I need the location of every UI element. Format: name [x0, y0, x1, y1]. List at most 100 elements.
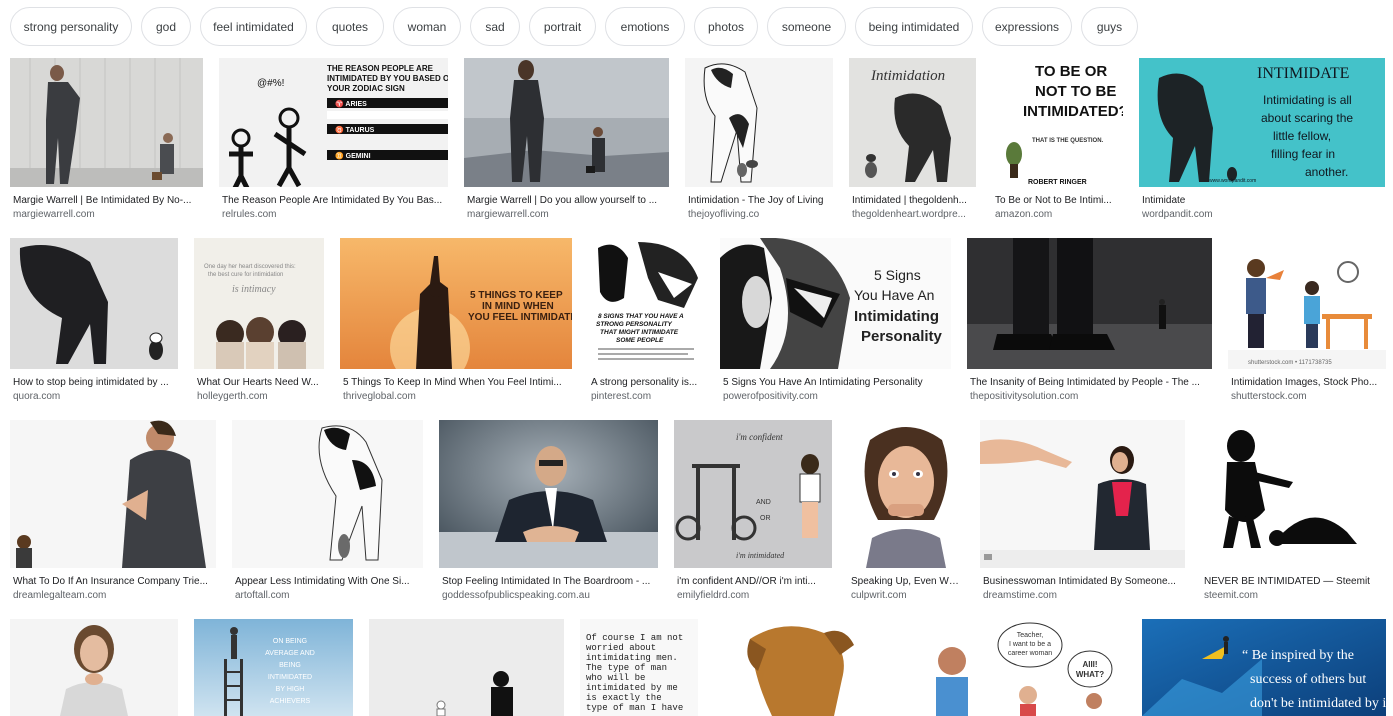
result-title[interactable]: Intimidated | thegoldenh... [852, 195, 973, 207]
result-title[interactable]: Appear Less Intimidating With One Si... [235, 576, 420, 588]
result-thumbnail[interactable] [369, 619, 564, 716]
result-thumbnail[interactable] [10, 619, 178, 716]
image-result[interactable] [10, 619, 178, 716]
result-title[interactable]: Businesswoman Intimidated By Someone... [983, 576, 1182, 588]
result-thumbnail[interactable] [714, 619, 906, 716]
result-thumbnail[interactable] [232, 420, 423, 568]
chip-expressions[interactable]: expressions [982, 7, 1072, 46]
result-title[interactable]: How to stop being intimidated by ... [13, 377, 175, 389]
result-thumbnail[interactable] [967, 238, 1212, 369]
result-thumbnail[interactable] [980, 420, 1185, 568]
result-thumbnail[interactable]: One day her heart discovered this: the b… [194, 238, 324, 369]
image-result[interactable]: How to stop being intimidated by ... quo… [10, 238, 178, 406]
result-title[interactable]: The Reason People Are Intimidated By You… [222, 195, 445, 207]
svg-text:I want to be a: I want to be a [1009, 641, 1051, 648]
image-result[interactable]: “ Be inspired by the success of others b… [1142, 619, 1386, 716]
result-thumbnail[interactable]: 5 Signs You Have An Intimidating Persona… [720, 238, 951, 369]
result-thumbnail[interactable] [10, 420, 216, 568]
svg-text:INTIMIDATED BY YOU BASED ON: INTIMIDATED BY YOU BASED ON [327, 74, 448, 83]
result-thumbnail[interactable] [439, 420, 658, 568]
image-result[interactable]: TO BE OR NOT TO BE INTIMIDATED? THAT IS … [992, 58, 1123, 222]
image-result[interactable]: Margie Warrell | Be Intimidated By No-..… [10, 58, 203, 222]
chip-quotes[interactable]: quotes [316, 7, 384, 46]
result-title[interactable]: Margie Warrell | Do you allow yourself t… [467, 195, 666, 207]
result-title[interactable]: 5 Signs You Have An Intimidating Persona… [723, 377, 948, 389]
chip-portrait[interactable]: portrait [529, 7, 596, 46]
result-thumbnail[interactable] [685, 58, 833, 187]
chip-woman[interactable]: woman [393, 7, 461, 46]
chip-strong-personality[interactable]: strong personality [10, 7, 132, 46]
result-thumbnail[interactable] [10, 58, 203, 187]
result-thumbnail[interactable] [10, 238, 178, 369]
image-result[interactable]: Of course I am not worried about intimid… [580, 619, 698, 716]
image-result[interactable]: shutterstock.com • 1171738735 Intimidati… [1228, 238, 1386, 406]
image-result[interactable]: @#%! THE REASON PEOPLE ARE INTIMIDATED B… [219, 58, 448, 222]
result-title[interactable]: What Our Hearts Need W... [197, 377, 321, 389]
image-result[interactable]: INTIMIDATE Intimidating is all about sca… [1139, 58, 1385, 222]
image-result[interactable]: One day her heart discovered this: the b… [194, 238, 324, 406]
chip-photos[interactable]: photos [694, 7, 758, 46]
chip-sad[interactable]: sad [470, 7, 520, 46]
result-title[interactable]: 5 Things To Keep In Mind When You Feel I… [343, 377, 569, 389]
chip-god[interactable]: god [141, 7, 191, 46]
image-result[interactable]: i'm confident AND OR i'm intimidated i'm… [674, 420, 832, 605]
result-thumbnail[interactable]: shutterstock.com • 1171738735 [1228, 238, 1386, 369]
result-title[interactable]: Intimidation - The Joy of Living [688, 195, 830, 207]
result-title[interactable]: Margie Warrell | Be Intimidated By No-..… [13, 195, 200, 207]
result-thumbnail[interactable]: 8 SIGNS THAT YOU HAVE A STRONG PERSONALI… [588, 238, 704, 369]
image-result[interactable]: Intimidation - The Joy of Living thejoyo… [685, 58, 833, 222]
result-thumbnail[interactable] [848, 420, 964, 568]
image-result[interactable]: NEVER BE INTIMIDATED — Steemit steemit.c… [1201, 420, 1385, 605]
image-result[interactable] [714, 619, 906, 716]
image-result[interactable]: Teacher, I want to be a career woman AII… [922, 619, 1127, 716]
chip-being-intimidated[interactable]: being intimidated [855, 7, 973, 46]
result-title[interactable]: A strong personality is... [591, 377, 701, 389]
result-title[interactable]: Stop Feeling Intimidated In The Boardroo… [442, 576, 655, 588]
image-result[interactable]: Intimidation Intimidated | thegoldenh...… [849, 58, 976, 222]
image-result[interactable]: 5 THINGS TO KEEP IN MIND WHEN YOU FEEL I… [340, 238, 572, 406]
chip-emotions[interactable]: emotions [605, 7, 685, 46]
result-title[interactable]: i'm confident AND//OR i'm inti... [677, 576, 829, 588]
result-thumbnail[interactable]: Intimidation [849, 58, 976, 187]
image-result[interactable]: Margie Warrell | Do you allow yourself t… [464, 58, 669, 222]
result-thumbnail[interactable]: Teacher, I want to be a career woman AII… [922, 619, 1127, 716]
result-title[interactable]: The Insanity of Being Intimidated by Peo… [970, 377, 1209, 389]
result-thumbnail[interactable]: INTIMIDATE Intimidating is all about sca… [1139, 58, 1385, 187]
result-title[interactable]: Intimidate [1142, 195, 1382, 207]
result-source: artoftall.com [235, 590, 290, 601]
result-thumbnail[interactable] [464, 58, 669, 187]
result-thumbnail[interactable]: @#%! THE REASON PEOPLE ARE INTIMIDATED B… [219, 58, 448, 187]
image-result[interactable]: Stop Feeling Intimidated In The Boardroo… [439, 420, 658, 605]
image-result[interactable]: What To Do If An Insurance Company Trie.… [10, 420, 216, 605]
result-thumbnail[interactable]: TO BE OR NOT TO BE INTIMIDATED? THAT IS … [992, 58, 1123, 187]
result-thumbnail[interactable]: “ Be inspired by the success of others b… [1142, 619, 1386, 716]
result-title[interactable]: To Be or Not to Be Intimi... [995, 195, 1120, 207]
chip-someone[interactable]: someone [767, 7, 846, 46]
chip-guys[interactable]: guys [1081, 7, 1138, 46]
result-thumbnail[interactable]: 5 THINGS TO KEEP IN MIND WHEN YOU FEEL I… [340, 238, 572, 369]
image-result[interactable]: Appear Less Intimidating With One Si... … [232, 420, 423, 605]
result-thumbnail[interactable]: Of course I am not worried about intimid… [580, 619, 698, 716]
image-result[interactable]: Speaking Up, Even Wh... culpwrit.com [848, 420, 964, 605]
image-result[interactable]: 5 Signs You Have An Intimidating Persona… [720, 238, 951, 406]
svg-text:BEING: BEING [279, 662, 301, 669]
chip-feel-intimidated[interactable]: feel intimidated [200, 7, 307, 46]
svg-text:intimidated by me: intimidated by me [586, 683, 678, 693]
svg-text:♉ TAURUS: ♉ TAURUS [335, 125, 375, 134]
result-title[interactable]: Intimidation Images, Stock Pho... [1231, 377, 1383, 389]
image-result[interactable]: The Insanity of Being Intimidated by Peo… [967, 238, 1212, 406]
result-title[interactable]: Speaking Up, Even Wh... [851, 576, 961, 588]
image-result[interactable]: ON BEING AVERAGE AND BEING INTIMIDATED B… [194, 619, 353, 716]
svg-text:Intimidating: Intimidating [854, 308, 939, 325]
image-result[interactable] [369, 619, 564, 716]
svg-text:NOT TO BE: NOT TO BE [1035, 83, 1116, 100]
image-result[interactable]: 8 SIGNS THAT YOU HAVE A STRONG PERSONALI… [588, 238, 704, 406]
result-thumbnail[interactable]: ON BEING AVERAGE AND BEING INTIMIDATED B… [194, 619, 353, 716]
result-thumbnail[interactable] [1201, 420, 1385, 568]
image-result[interactable]: Businesswoman Intimidated By Someone... … [980, 420, 1185, 605]
svg-text:STRONG PERSONALITY: STRONG PERSONALITY [596, 321, 673, 328]
result-title[interactable]: NEVER BE INTIMIDATED — Steemit [1204, 576, 1382, 588]
result-title[interactable]: What To Do If An Insurance Company Trie.… [13, 576, 213, 588]
svg-text:is exactly the: is exactly the [586, 693, 662, 703]
result-thumbnail[interactable]: i'm confident AND OR i'm intimidated [674, 420, 832, 568]
